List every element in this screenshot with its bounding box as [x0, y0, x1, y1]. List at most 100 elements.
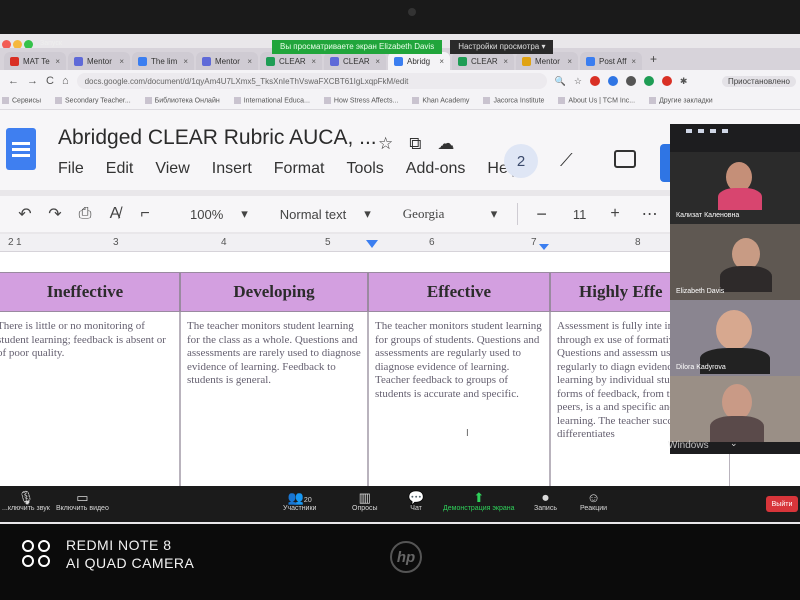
participant-video[interactable]: Кализат Каленовна — [670, 152, 800, 224]
new-tab-icon[interactable]: + — [644, 52, 663, 66]
polls-button[interactable]: ▥ Опросы — [352, 490, 378, 512]
cell-ineffective[interactable]: There is little or no monitoring of stud… — [0, 312, 180, 488]
extension-icon[interactable] — [643, 76, 654, 86]
undo-icon[interactable]: ↶ — [10, 204, 40, 224]
google-docs-icon[interactable] — [6, 128, 36, 170]
ruler-number: 6 — [429, 237, 435, 248]
participants-button[interactable]: 👥20 Участники — [283, 490, 316, 512]
browser-tab[interactable]: CLEAR × — [452, 52, 514, 70]
view-options-button[interactable]: Настройки просмотра ▾ — [450, 40, 554, 54]
bookmark-item[interactable]: International Educa... — [233, 96, 310, 104]
reload-icon[interactable]: C — [46, 75, 54, 87]
browser-tab[interactable]: CLEAR × — [324, 52, 386, 70]
bookmark-item[interactable]: Библиотека Онлайн — [144, 96, 220, 104]
cell-developing[interactable]: The teacher monitors student learning fo… — [180, 312, 368, 488]
gallery-view-controls[interactable] — [670, 124, 800, 138]
browser-tab[interactable]: Abridg × — [388, 52, 450, 70]
extension-icon[interactable] — [589, 76, 600, 86]
bookmark-item[interactable]: About Us | TCM Inc... — [558, 96, 635, 104]
comments-icon[interactable] — [614, 150, 636, 168]
url-field[interactable]: docs.google.com/document/d/1qyAm4U7LXmx5… — [76, 73, 547, 89]
browser-tab[interactable]: Mentor × — [196, 52, 258, 70]
zoom-select[interactable]: 100% ▾ — [190, 206, 248, 222]
spellcheck-icon[interactable]: A̸ — [100, 205, 130, 223]
close-tab-icon[interactable]: × — [567, 57, 572, 66]
close-tab-icon[interactable]: × — [503, 57, 508, 66]
forward-icon[interactable]: → — [27, 75, 38, 87]
increase-font-size-button[interactable]: + — [610, 205, 619, 223]
active-users-badge[interactable]: 2 — [504, 144, 538, 178]
indent-marker[interactable] — [366, 240, 378, 248]
document-title[interactable]: Abridged CLEAR Rubric AUCA, ... — [58, 126, 377, 150]
zoom-control-bar: 🎙 ...ключить звук ▭ Включить видео 👥20 У… — [0, 486, 800, 522]
tab-stop-marker[interactable] — [539, 244, 549, 250]
close-tab-icon[interactable]: × — [183, 57, 188, 66]
record-button[interactable]: ⏺ Запись — [534, 490, 557, 512]
chevron-down-icon[interactable]: ⌄ — [730, 438, 738, 449]
back-icon[interactable]: ← — [8, 75, 19, 87]
menu-edit[interactable]: Edit — [106, 160, 134, 178]
extension-icon[interactable] — [661, 76, 672, 86]
redo-icon[interactable]: ↷ — [40, 204, 70, 224]
profile-button[interactable]: Приостановлено — [721, 75, 796, 87]
ruler-number: 4 — [221, 237, 227, 248]
print-icon[interactable]: ⎙ — [70, 205, 100, 223]
menu-format[interactable]: Format — [274, 160, 325, 178]
bookmark-item[interactable]: Сервисы — [2, 96, 41, 104]
bookmark-item[interactable]: Jacorca Institute — [483, 96, 544, 104]
cell-effective[interactable]: The teacher monitors student learning fo… — [368, 312, 550, 488]
font-size-field[interactable]: 11 — [573, 207, 587, 222]
browser-tab[interactable]: MAT Te × — [4, 52, 66, 70]
extension-icon[interactable] — [607, 76, 618, 86]
activity-dashboard-icon[interactable]: ⟋ — [560, 150, 573, 171]
font-select[interactable]: Georgia ▾ — [403, 206, 498, 222]
decrease-font-size-button[interactable]: − — [536, 204, 547, 225]
close-tab-icon[interactable]: × — [311, 57, 316, 66]
browser-tab[interactable]: Post Aff × — [580, 52, 642, 70]
star-icon[interactable]: ☆ — [378, 134, 393, 154]
browser-tab[interactable]: Mentor × — [516, 52, 578, 70]
menu-file[interactable]: File — [58, 160, 84, 178]
more-options-icon[interactable]: ⋯ — [642, 204, 660, 224]
search-icon[interactable]: 🔍 — [555, 76, 566, 87]
reactions-button[interactable]: ☺ Реакции — [580, 490, 607, 512]
extension-icon[interactable] — [625, 76, 636, 86]
cloud-status-icon[interactable]: ☁ — [437, 134, 454, 154]
menu-tools[interactable]: Tools — [346, 160, 383, 178]
video-button[interactable]: ▭ Включить видео — [56, 490, 109, 512]
bookmark-item[interactable]: Другие закладки — [649, 96, 713, 104]
bookmark-item[interactable]: Secondary Teacher... — [55, 96, 131, 104]
home-icon[interactable]: ⌂ — [62, 75, 69, 87]
bookmark-item[interactable]: Khan Academy — [412, 96, 469, 104]
font-value: Georgia — [402, 206, 445, 221]
tab-favicon-icon — [266, 56, 275, 66]
participant-name: Кализат Каленовна — [676, 212, 740, 219]
close-tab-icon[interactable]: × — [439, 57, 444, 66]
browser-tab[interactable]: Mentor × — [68, 52, 130, 70]
extensions-puzzle-icon[interactable]: ✱ — [680, 76, 688, 87]
bookmark-item[interactable]: How Stress Affects... — [323, 96, 398, 104]
close-tab-icon[interactable]: × — [55, 57, 60, 66]
close-tab-icon[interactable]: × — [375, 57, 380, 66]
participant-video[interactable] — [670, 376, 800, 442]
bookmark-star-icon[interactable]: ☆ — [574, 76, 582, 87]
menu-addons[interactable]: Add-ons — [406, 160, 466, 178]
chat-button[interactable]: 💬 Чат — [408, 490, 424, 512]
paragraph-style-select[interactable]: Normal text ▾ — [280, 206, 371, 222]
participant-video[interactable]: Elizabeth Davis — [670, 224, 800, 300]
leave-meeting-button[interactable]: Выйти — [766, 496, 798, 512]
close-tab-icon[interactable]: × — [631, 57, 636, 66]
share-screen-button[interactable]: ⬆ Демонстрация экрана — [443, 490, 515, 512]
browser-tab[interactable]: CLEAR × — [260, 52, 322, 70]
browser-tab[interactable]: The lim × — [132, 52, 194, 70]
participant-video[interactable]: Dilora Kadyrova — [670, 300, 800, 376]
menu-view[interactable]: View — [155, 160, 189, 178]
menu-insert[interactable]: Insert — [212, 160, 252, 178]
mute-button[interactable]: 🎙 ...ключить звук — [2, 490, 50, 512]
paint-format-icon[interactable]: ⌐ — [130, 205, 160, 223]
chat-icon: 💬 — [408, 490, 425, 505]
move-folder-icon[interactable]: ⧉ — [409, 134, 421, 154]
close-tab-icon[interactable]: × — [247, 57, 252, 66]
chevron-down-icon: ▾ — [364, 206, 371, 221]
close-tab-icon[interactable]: × — [119, 57, 124, 66]
